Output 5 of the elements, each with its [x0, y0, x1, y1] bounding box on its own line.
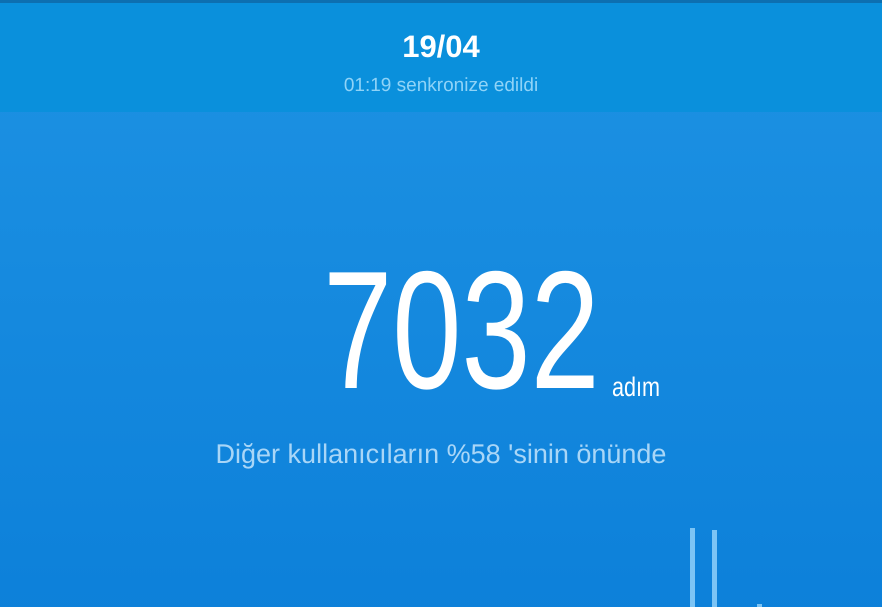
step-unit: adım [612, 372, 660, 402]
date-label: 19/04 [402, 29, 480, 65]
ranking-text: Diğer kullanıcıların %58 'sinin önünde [214, 438, 668, 470]
sync-status: 01:19 senkronize edildi [344, 75, 538, 97]
step-count: 7032 [323, 260, 600, 400]
